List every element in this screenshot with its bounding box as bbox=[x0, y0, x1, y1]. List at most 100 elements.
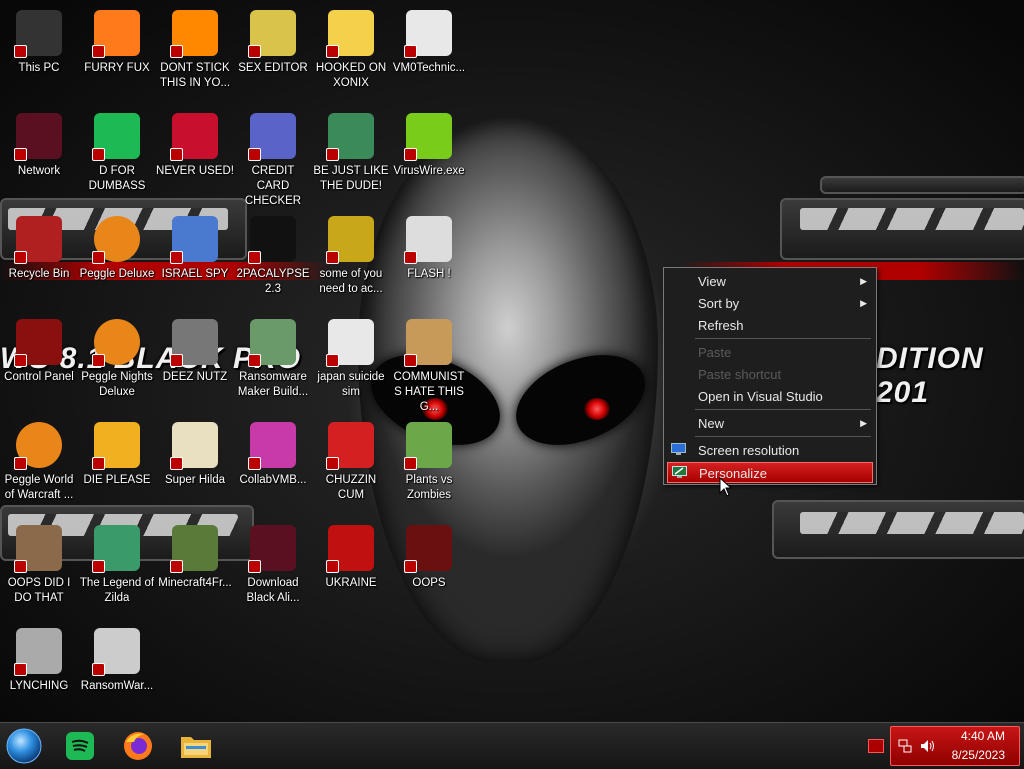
vlc-cone-icon bbox=[170, 10, 218, 58]
volume-icon[interactable] bbox=[919, 738, 937, 754]
desktop-icon[interactable]: Ransomware Maker Build... bbox=[234, 317, 312, 400]
desktop-icon[interactable]: Minecraft4Fr... bbox=[156, 523, 234, 591]
spotify-icon bbox=[92, 113, 140, 161]
menu-item-view[interactable]: View ▶ bbox=[667, 271, 873, 292]
menu-item-open-visual-studio[interactable]: Open in Visual Studio bbox=[667, 386, 873, 407]
desktop-icon[interactable]: HOOKED ON XONIX bbox=[312, 8, 390, 91]
taskbar-spotify[interactable] bbox=[60, 727, 100, 765]
desktop-icon[interactable]: FLASH ! bbox=[390, 214, 468, 282]
shortcut-arrow-icon bbox=[404, 354, 417, 367]
desktop-icon-label: Minecraft4Fr... bbox=[158, 577, 232, 589]
red-app-icon bbox=[404, 525, 452, 573]
desktop-icon[interactable]: 2PACALYPSE 2.3 bbox=[234, 214, 312, 297]
shortcut-arrow-icon bbox=[326, 457, 339, 470]
desktop-icon[interactable]: Peggle Nights Deluxe bbox=[78, 317, 156, 400]
menu-item-label: Sort by bbox=[698, 296, 740, 311]
desktop-icon[interactable]: some of you need to ac... bbox=[312, 214, 390, 297]
window-stack-icon bbox=[170, 319, 218, 367]
shortcut-arrow-icon bbox=[14, 663, 27, 676]
desktop-icon[interactable]: Peggle Deluxe bbox=[78, 214, 156, 282]
clock-time[interactable]: 4:40 AM bbox=[961, 729, 1005, 743]
desktop-icon[interactable]: ISRAEL SPY bbox=[156, 214, 234, 282]
clock-date[interactable]: 8/25/2023 bbox=[952, 748, 1005, 762]
desktop-icon-label: RansomWar... bbox=[80, 680, 154, 692]
network-icon[interactable] bbox=[897, 738, 913, 754]
desktop-icon-label: VirusWire.exe bbox=[393, 165, 465, 177]
desktop-icon[interactable]: VM0Technic... bbox=[390, 8, 468, 76]
collab-icon bbox=[248, 422, 296, 470]
desktop-icon[interactable]: CollabVMB... bbox=[234, 420, 312, 488]
desktop-icon[interactable]: VirusWire.exe bbox=[390, 111, 468, 179]
desktop-icon[interactable]: DEEZ NUTZ bbox=[156, 317, 234, 385]
grass-block-icon bbox=[170, 525, 218, 573]
menu-item-personalize[interactable]: Personalize bbox=[667, 462, 873, 483]
desktop-icon[interactable]: DIE PLEASE bbox=[78, 420, 156, 488]
desktop-icon-label: Control Panel bbox=[4, 371, 74, 383]
desktop-icon[interactable]: Control Panel bbox=[0, 317, 78, 385]
desktop-icon[interactable]: This PC bbox=[0, 8, 78, 76]
shortcut-arrow-icon bbox=[248, 251, 261, 264]
desktop-icon[interactable]: CREDIT CARD CHECKER bbox=[234, 111, 312, 209]
menu-item-refresh[interactable]: Refresh bbox=[667, 315, 873, 336]
pixel-cat-icon bbox=[170, 422, 218, 470]
flower-icon bbox=[404, 422, 452, 470]
desktop-icon[interactable]: SEX EDITOR bbox=[234, 8, 312, 76]
taskbar-firefox[interactable] bbox=[118, 727, 158, 765]
desktop-icon[interactable]: japan suicide sim bbox=[312, 317, 390, 400]
shortcut-arrow-icon bbox=[404, 45, 417, 58]
personalize-icon bbox=[672, 466, 687, 478]
lime-icon bbox=[404, 113, 452, 161]
desktop-icon[interactable]: BE JUST LIKE THE DUDE! bbox=[312, 111, 390, 194]
desktop-icon[interactable]: UKRAINE bbox=[312, 523, 390, 591]
menu-separator bbox=[695, 409, 871, 410]
desktop-icon-label: DIE PLEASE bbox=[83, 474, 151, 486]
peggle-icon bbox=[92, 216, 140, 264]
taskbar bbox=[0, 722, 1024, 769]
desktop-icon[interactable]: D FOR DUMBASS bbox=[78, 111, 156, 194]
desktop-icon[interactable]: OOPS bbox=[390, 523, 468, 591]
taskbar-file-explorer[interactable] bbox=[176, 727, 216, 765]
start-button[interactable] bbox=[4, 727, 44, 765]
menu-item-screen-resolution[interactable]: Screen resolution bbox=[667, 440, 873, 461]
shortcut-arrow-icon bbox=[248, 45, 261, 58]
flash-doc-icon bbox=[404, 216, 452, 264]
desktop-icon[interactable]: NEVER USED! bbox=[156, 111, 234, 179]
desktop-icon-label: FLASH ! bbox=[407, 268, 451, 280]
chuzzle-icon bbox=[326, 422, 374, 470]
shortcut-arrow-icon bbox=[170, 148, 183, 161]
elf-icon bbox=[326, 113, 374, 161]
menu-item-paste: Paste bbox=[667, 342, 873, 363]
menu-item-new[interactable]: New ▶ bbox=[667, 413, 873, 434]
spotify-icon bbox=[66, 732, 94, 760]
desktop-icon[interactable]: Network bbox=[0, 111, 78, 179]
desktop[interactable]: WS 8.1 BLACK PRO DITION 201 This PC FURRY… bbox=[0, 0, 1024, 722]
desktop-icon[interactable]: OOPS DID I DO THAT bbox=[0, 523, 78, 606]
desktop-icon[interactable]: RansomWar... bbox=[78, 626, 156, 694]
spy-icon bbox=[170, 216, 218, 264]
shortcut-arrow-icon bbox=[170, 354, 183, 367]
desktop-icon-label: NEVER USED! bbox=[156, 165, 234, 177]
radiation-icon bbox=[326, 525, 374, 573]
desktop-icon[interactable]: Peggle World of Warcraft ... bbox=[0, 420, 78, 503]
tray-overflow-arrow-icon[interactable] bbox=[868, 739, 884, 753]
desktop-icon[interactable]: The Legend of Zilda bbox=[78, 523, 156, 606]
system-tray[interactable]: 4:40 AM 8/25/2023 bbox=[890, 726, 1020, 766]
credit-card-icon bbox=[248, 113, 296, 161]
wallpaper-text-right: DITION 201 bbox=[876, 342, 984, 409]
desktop-icon[interactable]: FURRY FUX bbox=[78, 8, 156, 76]
desktop-icon[interactable]: Plants vs Zombies bbox=[390, 420, 468, 503]
desktop-icon-label: CREDIT CARD CHECKER bbox=[244, 165, 302, 207]
desktop-icon-label: VM0Technic... bbox=[392, 62, 466, 74]
desktop-icon[interactable]: CHUZZIN CUM bbox=[312, 420, 390, 503]
desktop-icon[interactable]: Download Black Ali... bbox=[234, 523, 312, 606]
menu-item-sort-by[interactable]: Sort by ▶ bbox=[667, 293, 873, 314]
desktop-icon[interactable]: COMMUNISTS HATE THIS G... bbox=[390, 317, 468, 415]
desktop-icon[interactable]: Super Hilda bbox=[156, 420, 234, 488]
desktop-icon[interactable]: LYNCHING bbox=[0, 626, 78, 694]
submenu-arrow-icon: ▶ bbox=[860, 276, 867, 286]
skull-icon bbox=[92, 628, 140, 676]
shortcut-arrow-icon bbox=[326, 148, 339, 161]
computer-icon bbox=[14, 10, 62, 58]
desktop-icon[interactable]: Recycle Bin bbox=[0, 214, 78, 282]
desktop-icon[interactable]: DONT STICK THIS IN YO... bbox=[156, 8, 234, 91]
